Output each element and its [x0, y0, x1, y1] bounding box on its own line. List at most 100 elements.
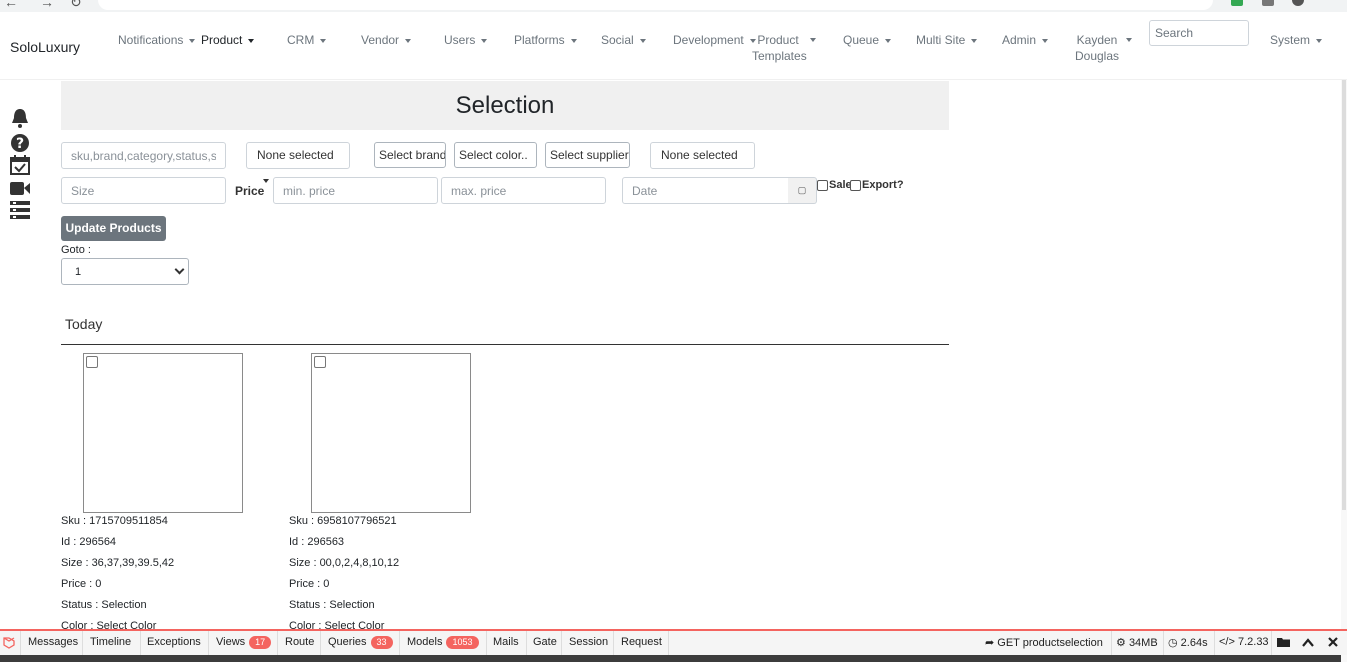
nav-development[interactable]: Development	[673, 32, 756, 48]
extension-icon[interactable]	[1231, 0, 1243, 6]
code-icon: </>	[1219, 636, 1235, 648]
goto-page-select[interactable]: 1	[61, 258, 189, 285]
debug-tab-exceptions[interactable]: Exceptions	[147, 636, 201, 648]
multiselect-dropdown[interactable]: None selected	[246, 142, 350, 183]
divider	[140, 631, 141, 655]
product-id: Id : 296563	[289, 536, 345, 548]
debug-tab-request[interactable]: Request	[621, 636, 662, 648]
page-scrollbar[interactable]	[1341, 80, 1347, 662]
route-indicator[interactable]: ➦ GET productselection	[985, 636, 1103, 649]
forward-icon[interactable]: →	[40, 0, 54, 10]
caret-down-icon	[1126, 38, 1132, 42]
caret-down-icon	[1042, 38, 1049, 43]
debug-tab-route[interactable]: Route	[285, 636, 314, 648]
caret-down-icon	[189, 38, 196, 43]
nav-social[interactable]: Social	[601, 32, 646, 48]
select-product-checkbox[interactable]	[86, 356, 98, 368]
divider	[561, 631, 562, 655]
debug-tab-queries[interactable]: Queries 33	[328, 636, 393, 649]
product-size: Size : 36,37,39,39.5,42	[61, 557, 175, 569]
supplier-select[interactable]: Select supplier..	[545, 142, 630, 168]
chevron-up-icon[interactable]	[1302, 638, 1314, 647]
divider	[613, 631, 614, 655]
caret-down-icon	[570, 38, 577, 43]
goto-value: 1	[75, 266, 82, 278]
bell-icon[interactable]	[9, 108, 31, 128]
brand-select[interactable]: Select brand.	[374, 142, 446, 168]
debug-tab-messages[interactable]: Messages	[28, 636, 78, 648]
product-status: Status : Selection	[61, 599, 147, 611]
memory-indicator: ⚙ 34MB	[1116, 637, 1158, 649]
price-label: Price	[235, 184, 265, 198]
nav-multi-site[interactable]: Multi Site	[916, 32, 978, 48]
nav-vendor[interactable]: Vendor	[361, 32, 412, 48]
export-checkbox[interactable]	[850, 180, 861, 191]
list-icon[interactable]	[9, 200, 31, 220]
divider	[526, 631, 527, 655]
product-sku: Sku : 6958107796521	[289, 515, 397, 527]
product-status: Status : Selection	[289, 599, 375, 611]
caret-down-icon	[1316, 38, 1323, 43]
folder-open-icon[interactable]	[1277, 637, 1291, 648]
nav-product-templates[interactable]: Product Templates	[752, 32, 807, 64]
laravel-logo-icon[interactable]	[2, 635, 16, 649]
browser-toolbar: ← → ↻	[0, 0, 1347, 12]
nav-search-input[interactable]	[1149, 20, 1249, 46]
svg-text:?: ?	[16, 136, 24, 152]
debug-tab-models[interactable]: Models 1053	[407, 636, 479, 649]
product-id: Id : 296564	[61, 536, 117, 548]
product-image[interactable]	[311, 353, 471, 513]
profile-icon[interactable]	[1292, 0, 1304, 6]
product-price: Price : 0	[289, 578, 330, 590]
nav-admin[interactable]: Admin	[1002, 32, 1049, 48]
update-products-button[interactable]: Update Products	[61, 216, 166, 241]
divider	[208, 631, 209, 655]
select-product-checkbox[interactable]	[314, 356, 326, 368]
size-input[interactable]	[61, 177, 226, 204]
nav-notifications[interactable]: Notifications	[118, 32, 196, 48]
product-image[interactable]	[83, 353, 243, 513]
max-price-input[interactable]	[441, 177, 606, 204]
nav-crm[interactable]: CRM	[287, 32, 327, 48]
min-price-input[interactable]	[273, 177, 438, 204]
debug-tab-gate[interactable]: Gate	[533, 636, 557, 648]
nav-platforms[interactable]: Platforms	[514, 32, 577, 48]
multiselect-dropdown[interactable]: None selected	[650, 142, 755, 183]
debug-tab-session[interactable]: Session	[569, 636, 608, 648]
bottom-strip	[0, 655, 1341, 662]
debug-tab-views[interactable]: Views 17	[216, 636, 272, 649]
date-input[interactable]	[622, 177, 789, 204]
nav-product[interactable]: Product	[201, 32, 255, 48]
close-icon[interactable]	[1328, 637, 1338, 647]
scrollbar-thumb[interactable]	[1342, 80, 1346, 510]
reload-icon[interactable]: ↻	[70, 0, 82, 11]
search-input[interactable]	[61, 142, 226, 169]
caret-down-icon	[971, 38, 978, 43]
page-title: Selection	[455, 92, 555, 119]
debug-tab-timeline[interactable]: Timeline	[90, 636, 131, 648]
nav-user-kayden-douglas[interactable]: Kayden Douglas	[1073, 32, 1121, 64]
back-icon[interactable]: ←	[4, 0, 18, 10]
time-indicator: ◷ 2.64s	[1168, 637, 1208, 649]
sale-checkbox[interactable]	[817, 180, 828, 191]
divider	[61, 344, 949, 345]
brand-logo[interactable]: SoloLuxury	[10, 39, 80, 55]
calendar-icon[interactable]: ▢	[788, 177, 817, 204]
debug-tab-mails[interactable]: Mails	[493, 636, 519, 648]
divider	[668, 631, 669, 655]
calendar-check-icon[interactable]	[9, 155, 31, 175]
goto-label: Goto :	[61, 244, 91, 256]
divider	[1111, 631, 1112, 655]
caret-down-icon	[885, 38, 892, 43]
caret-down-icon	[248, 38, 255, 43]
nav-queue[interactable]: Queue	[843, 32, 892, 48]
sale-label: Sale	[829, 179, 852, 191]
divider	[320, 631, 321, 655]
video-icon[interactable]	[9, 178, 31, 198]
question-icon[interactable]: ?	[9, 133, 31, 153]
address-bar[interactable]	[98, 0, 1213, 10]
nav-system[interactable]: System	[1270, 32, 1323, 48]
color-select[interactable]: Select color..	[454, 142, 537, 168]
nav-users[interactable]: Users	[444, 32, 488, 48]
extension-icon[interactable]	[1262, 0, 1274, 6]
